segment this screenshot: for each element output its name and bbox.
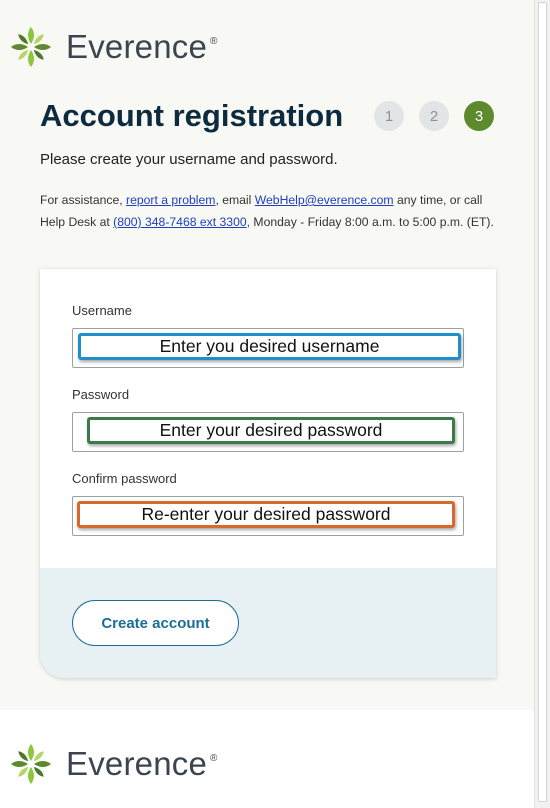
create-account-button[interactable]: Create account	[72, 600, 239, 646]
footer-registered-mark: ®	[210, 752, 218, 764]
footer-logo-wordmark: Everence	[66, 745, 208, 782]
page-background: Everence ® Account registration 1 2 3 Pl…	[0, 0, 534, 710]
password-label: Password	[72, 387, 130, 402]
confirm-password-hint-annotation: Re-enter your desired password	[77, 501, 455, 528]
everence-leaf-logo-icon	[11, 27, 51, 67]
report-problem-link[interactable]: report a problem	[126, 193, 215, 207]
scrollbar-thumb[interactable]	[538, 2, 547, 802]
step-3-current: 3	[464, 101, 494, 131]
username-hint-annotation: Enter you desired username	[78, 333, 461, 360]
step-indicator: 1 2 3	[374, 101, 494, 131]
page-title: Account registration	[40, 98, 344, 133]
assistance-prefix: For assistance,	[40, 193, 127, 207]
everence-logo[interactable]: Everence ®	[8, 24, 217, 70]
registration-form-card: Username Enter you desired username Pass…	[40, 269, 496, 678]
assistance-text: For assistance, report a problem, email …	[40, 189, 495, 233]
confirm-password-label: Confirm password	[72, 471, 177, 486]
password-hint-annotation: Enter your desired password	[87, 417, 455, 444]
step-2: 2	[419, 101, 449, 131]
page-subtitle: Please create your username and password…	[40, 151, 338, 168]
help-email-link[interactable]: WebHelp@everence.com	[255, 193, 394, 207]
logo-wordmark: Everence	[66, 28, 208, 65]
everence-leaf-logo-icon	[11, 744, 51, 784]
username-label: Username	[72, 303, 132, 318]
assistance-email-prefix: , email	[215, 193, 255, 207]
step-1: 1	[374, 101, 404, 131]
help-phone-link[interactable]: (800) 348-7468 ext 3300	[113, 215, 247, 229]
everence-footer-logo[interactable]: Everence ®	[8, 741, 217, 787]
registered-mark: ®	[210, 35, 218, 47]
assistance-suffix: , Monday - Friday 8:00 a.m. to 5:00 p.m.…	[246, 215, 494, 229]
vertical-scrollbar[interactable]	[534, 0, 550, 808]
